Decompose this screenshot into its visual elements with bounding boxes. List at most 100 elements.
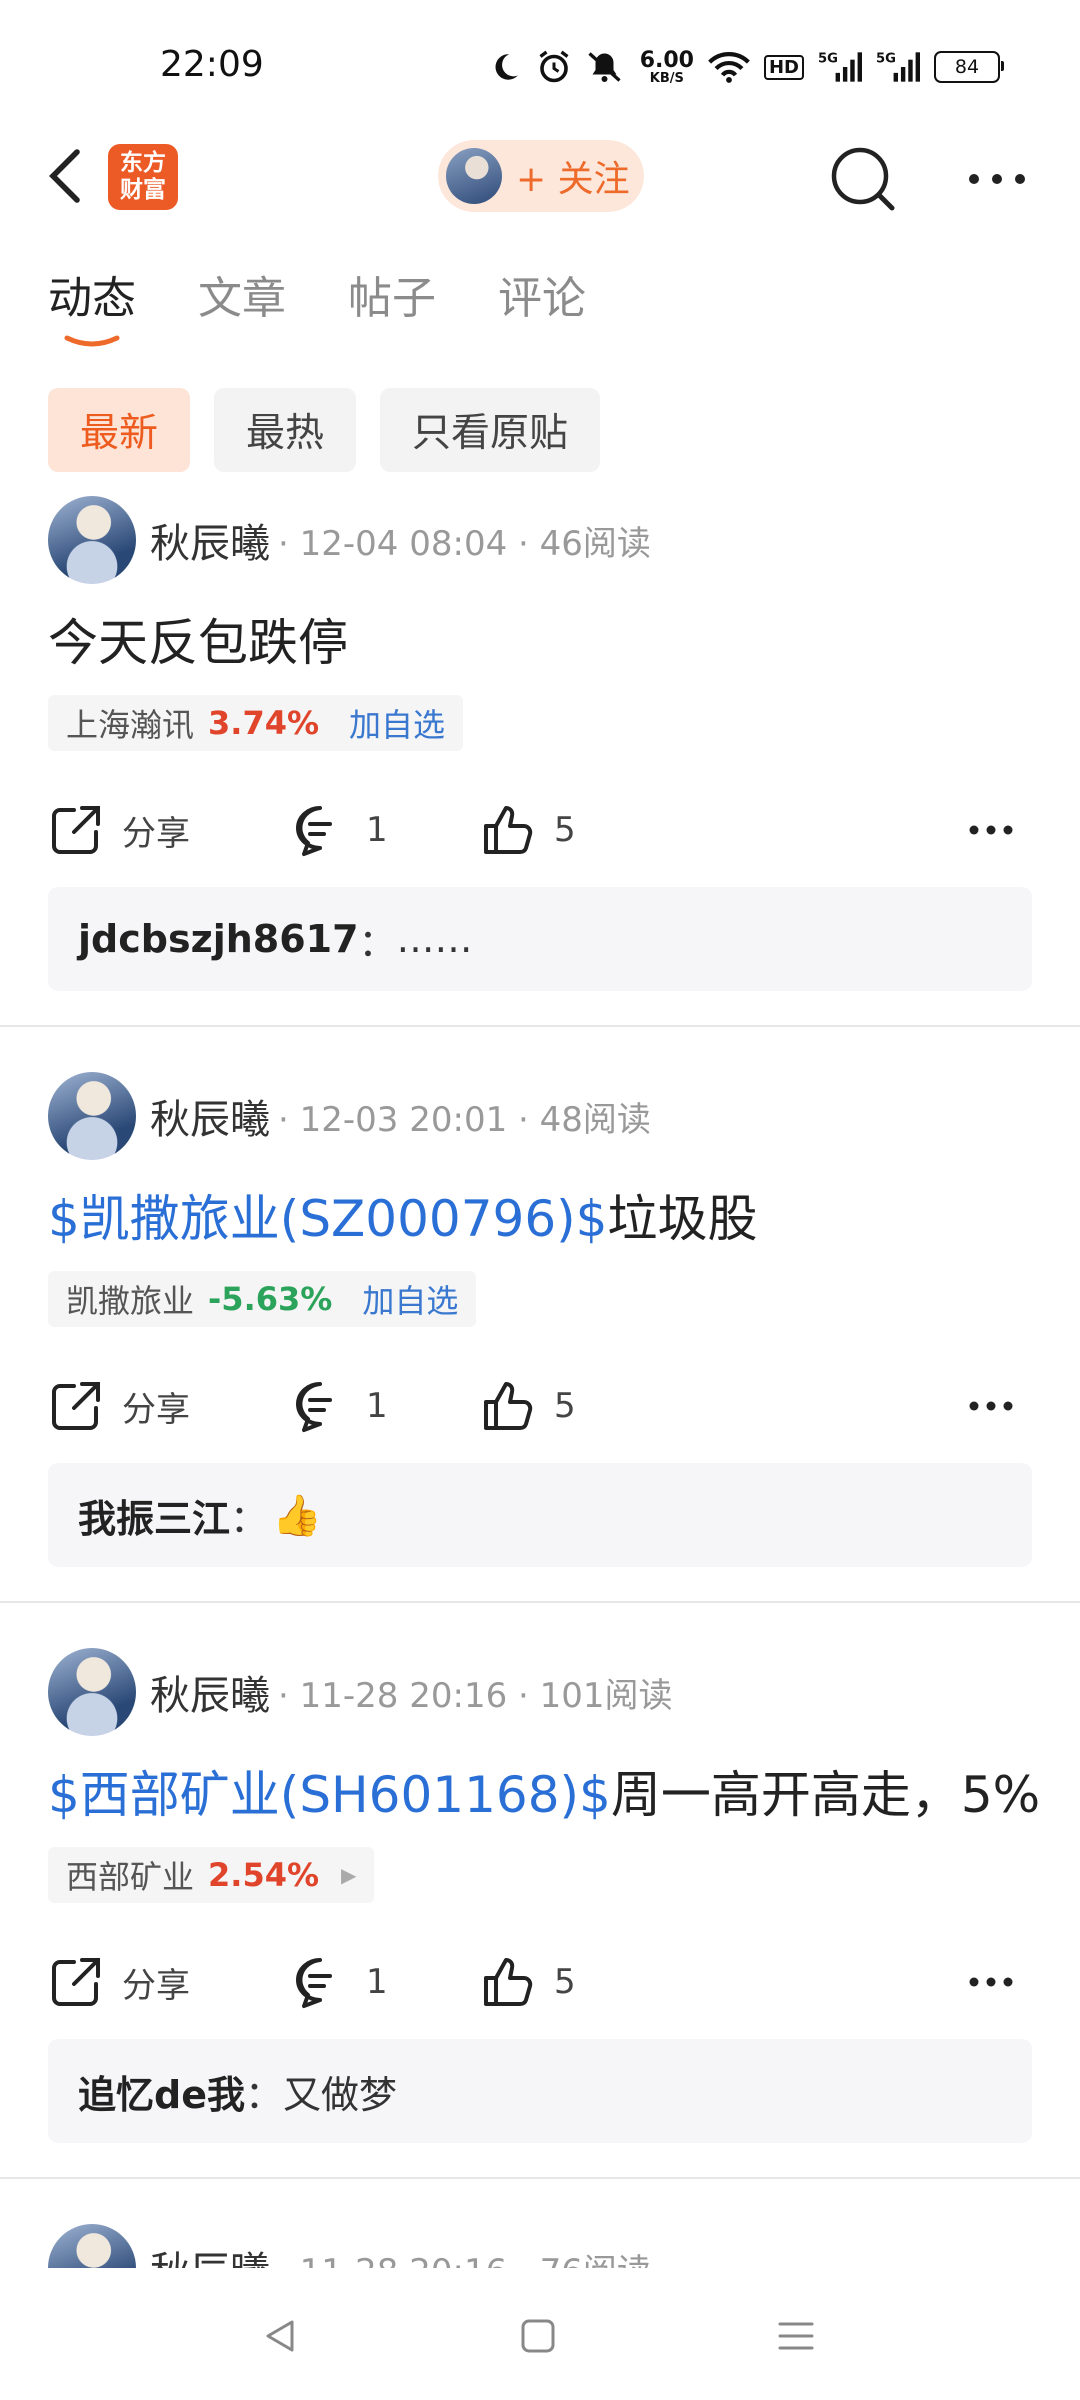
moon-icon bbox=[488, 50, 522, 84]
avatar[interactable] bbox=[48, 1072, 136, 1160]
filter-hot[interactable]: 最热 bbox=[214, 388, 357, 472]
comment-icon bbox=[296, 1382, 332, 1432]
stock-name: 上海瀚讯 bbox=[66, 706, 195, 744]
more-icon bbox=[969, 1977, 1013, 1987]
post-text[interactable]: 今天反包跌停 bbox=[48, 603, 348, 675]
reply-text: …… bbox=[396, 917, 473, 961]
avatar[interactable] bbox=[48, 496, 136, 584]
add-watchlist-button[interactable]: 加自选 bbox=[349, 700, 445, 746]
share-icon bbox=[52, 806, 100, 854]
post-content: 今天反包跌停 bbox=[48, 614, 348, 672]
nav-back-button[interactable] bbox=[240, 2308, 320, 2364]
comment-button[interactable]: 1 bbox=[292, 795, 388, 865]
tab-articles[interactable]: 文章 bbox=[198, 262, 286, 326]
follow-button[interactable]: + 关注 bbox=[438, 140, 644, 212]
post-header: 秋辰曦 · 11-28 20:16 · 76阅读 bbox=[48, 2223, 651, 2268]
post-header: 秋辰曦 · 12-03 20:01 · 48阅读 bbox=[48, 1071, 651, 1161]
post-meta: · 11-28 20:16 · 101阅读 bbox=[278, 1675, 673, 1716]
comment-icon bbox=[296, 1958, 332, 2008]
post-more-button[interactable] bbox=[968, 1371, 1032, 1441]
post-actions: 分享 1 5 bbox=[48, 795, 1032, 865]
add-watchlist-button[interactable]: 加自选 bbox=[362, 1276, 458, 1322]
post-header: 秋辰曦 · 12-04 08:04 · 46阅读 bbox=[48, 495, 651, 585]
post-card: 秋辰曦 · 12-04 08:04 · 46阅读 今天反包跌停 上海瀚讯 3.7… bbox=[0, 495, 1080, 1035]
share-button[interactable]: 分享 bbox=[48, 1947, 190, 2017]
author-name[interactable]: 秋辰曦 bbox=[150, 1663, 270, 1721]
reply-preview[interactable]: 我振三江 ： 👍 bbox=[48, 1463, 1032, 1567]
like-button[interactable]: 5 bbox=[480, 1947, 576, 2017]
stock-tag[interactable]: 凯撒旅业 -5.63% 加自选 bbox=[48, 1271, 477, 1327]
tab-underline bbox=[64, 335, 120, 347]
nav-menu-button[interactable] bbox=[756, 2308, 836, 2364]
search-icon bbox=[831, 147, 895, 211]
share-button[interactable]: 分享 bbox=[48, 795, 190, 865]
menu-icon bbox=[778, 2322, 814, 2350]
nav-home-button[interactable] bbox=[498, 2308, 578, 2364]
post-text[interactable]: $凯撒旅业(SZ000796)$垃圾股 bbox=[48, 1179, 758, 1251]
author-name[interactable]: 秋辰曦 bbox=[150, 2239, 270, 2268]
filter-latest[interactable]: 最新 bbox=[48, 388, 191, 472]
stock-link[interactable]: $西部矿业(SH601168)$ bbox=[48, 1766, 611, 1824]
stock-link[interactable]: $凯撒旅业(SZ000796)$ bbox=[48, 1190, 608, 1248]
comment-button[interactable]: 1 bbox=[292, 1947, 388, 2017]
share-button[interactable]: 分享 bbox=[48, 1371, 190, 1441]
author-name[interactable]: 秋辰曦 bbox=[150, 511, 270, 569]
post-header: 秋辰曦 · 11-28 20:16 · 101阅读 bbox=[48, 1647, 673, 1737]
more-icon bbox=[969, 174, 1025, 184]
stock-tag[interactable]: 西部矿业 2.54% ▶ bbox=[48, 1847, 375, 1903]
tab-comments[interactable]: 评论 bbox=[498, 262, 586, 326]
share-icon bbox=[52, 1958, 100, 2006]
tab-dynamics[interactable]: 动态 bbox=[48, 262, 136, 326]
square-home-icon bbox=[521, 2319, 555, 2353]
tab-posts[interactable]: 帖子 bbox=[348, 262, 436, 326]
stock-change: 3.74% bbox=[208, 704, 320, 742]
thumbs-up-icon bbox=[484, 806, 533, 854]
hd-badge: HD bbox=[763, 54, 804, 80]
post-meta: · 11-28 20:16 · 76阅读 bbox=[278, 2244, 651, 2269]
chevron-left-icon bbox=[49, 149, 80, 203]
signal-icon: 5G bbox=[818, 49, 862, 85]
reply-separator: ： bbox=[244, 2072, 283, 2117]
comment-button[interactable]: 1 bbox=[292, 1371, 388, 1441]
share-icon bbox=[52, 1382, 100, 1430]
battery-icon: 84 bbox=[934, 51, 1004, 83]
reply-author[interactable]: 我振三江 bbox=[78, 1488, 230, 1543]
reply-author[interactable]: jdcbszjh8617 bbox=[78, 917, 359, 961]
avatar[interactable] bbox=[48, 1648, 136, 1736]
filter-chips: 最新 最热 只看原贴 bbox=[48, 388, 601, 472]
search-button[interactable] bbox=[828, 144, 898, 214]
author-name[interactable]: 秋辰曦 bbox=[150, 1087, 270, 1145]
stock-name: 西部矿业 bbox=[66, 1858, 195, 1896]
post-card: 秋辰曦 · 11-28 20:16 · 76阅读 bbox=[0, 2223, 1080, 2268]
post-meta: · 12-03 20:01 · 48阅读 bbox=[278, 1099, 651, 1140]
post-content: 周一高开高走，5% bbox=[610, 1766, 1041, 1824]
reply-separator: ： bbox=[358, 920, 397, 965]
reply-preview[interactable]: 追忆de我 ： 又做梦 bbox=[48, 2039, 1032, 2143]
post-more-button[interactable] bbox=[968, 1947, 1032, 2017]
svg-text:5G: 5G bbox=[876, 52, 896, 67]
comment-icon bbox=[296, 806, 332, 856]
more-button[interactable] bbox=[962, 144, 1032, 214]
filter-original-only[interactable]: 只看原贴 bbox=[380, 388, 601, 472]
reply-author[interactable]: 追忆de我 bbox=[78, 2064, 245, 2119]
thumbs-up-emoji: 👍 bbox=[272, 1492, 322, 1539]
reply-preview[interactable]: jdcbszjh8617 ： …… bbox=[48, 887, 1032, 991]
post-more-button[interactable] bbox=[968, 795, 1032, 865]
avatar[interactable] bbox=[48, 2224, 136, 2268]
reply-separator: ： bbox=[230, 1496, 269, 1541]
reply-text: 又做梦 bbox=[283, 2072, 398, 2117]
app-logo[interactable]: 东方 财富 bbox=[108, 144, 178, 210]
divider bbox=[0, 2177, 1080, 2179]
divider bbox=[0, 1025, 1080, 1027]
more-icon bbox=[969, 1401, 1013, 1411]
like-button[interactable]: 5 bbox=[480, 795, 576, 865]
post-text[interactable]: $西部矿业(SH601168)$周一高开高走，5% bbox=[48, 1755, 1040, 1827]
stock-tag[interactable]: 上海瀚讯 3.74% 加自选 bbox=[48, 695, 464, 751]
wifi-icon bbox=[708, 50, 750, 84]
post-content: 垃圾股 bbox=[607, 1190, 758, 1248]
mute-icon bbox=[586, 49, 626, 85]
svg-text:5G: 5G bbox=[818, 52, 838, 67]
like-button[interactable]: 5 bbox=[480, 1371, 576, 1441]
back-button[interactable] bbox=[40, 140, 90, 212]
post-actions: 分享 1 5 bbox=[48, 1371, 1032, 1441]
